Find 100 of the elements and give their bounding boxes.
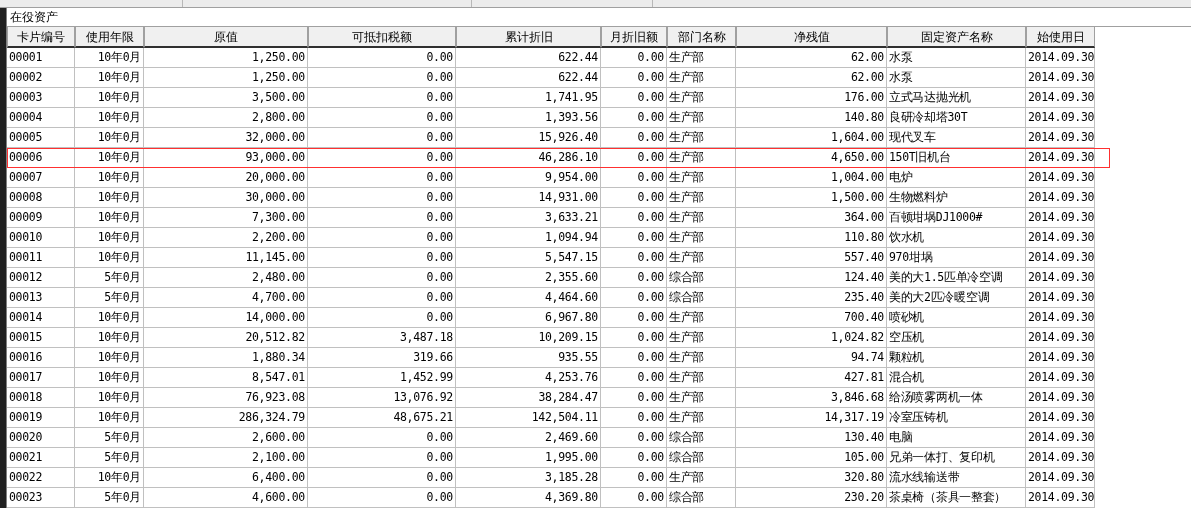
table-row[interactable]: 00009 10年0月 7,300.00 0.00 3,633.21 0.00 生产部 364.00 百顿坩埚DJ1000# 2014.09.30: [7, 208, 1110, 228]
table-cell: 00013: [7, 288, 75, 308]
column-header[interactable]: 可抵扣税额: [308, 27, 456, 48]
table-row[interactable]: 00011 10年0月 11,145.00 0.00 5,547.15 0.00 生产部 557.40 970坩埚 2014.09.30: [7, 248, 1110, 268]
table-cell: 立式马达抛光机: [887, 88, 1026, 108]
table-cell: 2014.09.30: [1026, 348, 1095, 368]
column-header[interactable]: 始使用日: [1026, 27, 1095, 48]
table-cell: 130.40: [736, 428, 887, 448]
table-cell: 970坩埚: [887, 248, 1026, 268]
table-cell: 00011: [7, 248, 75, 268]
table-cell: 0.00: [601, 128, 667, 148]
column-header[interactable]: 月折旧额: [601, 27, 667, 48]
table-cell: 124.40: [736, 268, 887, 288]
table-cell: 00023: [7, 488, 75, 508]
table-cell: 0.00: [308, 48, 456, 68]
table-cell: 5年0月: [75, 448, 144, 468]
table-cell: 10年0月: [75, 408, 144, 428]
table-row[interactable]: 00017 10年0月 8,547.01 1,452.99 4,253.76 0.00 生产部 427.81 混合机 2014.09.30: [7, 368, 1110, 388]
table-cell: 0.00: [601, 228, 667, 248]
table-cell: 00021: [7, 448, 75, 468]
table-row[interactable]: 00004 10年0月 2,800.00 0.00 1,393.56 0.00 生产部 140.80 良研冷却塔30T 2014.09.30: [7, 108, 1110, 128]
column-header[interactable]: 原值: [144, 27, 308, 48]
table-cell: 0.00: [308, 168, 456, 188]
table-cell: 0.00: [601, 448, 667, 468]
table-cell: 140.80: [736, 108, 887, 128]
table-cell: 0.00: [601, 148, 667, 168]
table-cell: 3,846.68: [736, 388, 887, 408]
table-row[interactable]: 00005 10年0月 32,000.00 0.00 15,926.40 0.00 生产部 1,604.00 现代叉车 2014.09.30: [7, 128, 1110, 148]
table-cell: 7,300.00: [144, 208, 308, 228]
table-cell: 4,650.00: [736, 148, 887, 168]
table-cell: 2014.09.30: [1026, 128, 1095, 148]
column-header[interactable]: 使用年限: [75, 27, 144, 48]
table-cell: 1,004.00: [736, 168, 887, 188]
table-cell: 2014.09.30: [1026, 168, 1095, 188]
table-row[interactable]: 00014 10年0月 14,000.00 0.00 6,967.80 0.00 生产部 700.40 喷砂机 2014.09.30: [7, 308, 1110, 328]
table-cell: 美的大1.5匹单冷空调: [887, 268, 1026, 288]
table-row[interactable]: 00010 10年0月 2,200.00 0.00 1,094.94 0.00 生产部 110.80 饮水机 2014.09.30: [7, 228, 1110, 248]
column-header[interactable]: 固定资产名称: [887, 27, 1026, 48]
table-cell: 10年0月: [75, 468, 144, 488]
table-cell: 622.44: [456, 68, 601, 88]
table-cell: 320.80: [736, 468, 887, 488]
table-cell: 00004: [7, 108, 75, 128]
table-cell: 1,024.82: [736, 328, 887, 348]
table-cell: 2014.09.30: [1026, 328, 1095, 348]
table-row[interactable]: 00006 10年0月 93,000.00 0.00 46,286.10 0.00 生产部 4,650.00 150T旧机台 2014.09.30: [7, 148, 1110, 168]
table-cell: 良研冷却塔30T: [887, 108, 1026, 128]
table-row[interactable]: 00015 10年0月 20,512.82 3,487.18 10,209.15 0.00 生产部 1,024.82 空压机 2014.09.30: [7, 328, 1110, 348]
table-cell: 0.00: [308, 468, 456, 488]
table-row[interactable]: 00018 10年0月 76,923.08 13,076.92 38,284.47 0.00 生产部 3,846.68 给汤喷雾两机一体 2014.09.30: [7, 388, 1110, 408]
table-row[interactable]: 00001 10年0月 1,250.00 0.00 622.44 0.00 生产部 62.00 水泵 2014.09.30: [7, 48, 1110, 68]
table-cell: 2014.09.30: [1026, 448, 1095, 468]
table-cell: 6,400.00: [144, 468, 308, 488]
table-cell: 0.00: [308, 448, 456, 468]
table-cell: 150T旧机台: [887, 148, 1026, 168]
table-cell: 0.00: [601, 488, 667, 508]
table-row[interactable]: 00007 10年0月 20,000.00 0.00 9,954.00 0.00 生产部 1,004.00 电炉 2014.09.30: [7, 168, 1110, 188]
table-cell: 319.66: [308, 348, 456, 368]
table-cell: 00022: [7, 468, 75, 488]
table-row[interactable]: 00019 10年0月 286,324.79 48,675.21 142,504.11 0.00 生产部 14,317.19 冷室压铸机 2014.09.30: [7, 408, 1110, 428]
table-row[interactable]: 00002 10年0月 1,250.00 0.00 622.44 0.00 生产部 62.00 水泵 2014.09.30: [7, 68, 1110, 88]
table-row[interactable]: 00012 5年0月 2,480.00 0.00 2,355.60 0.00 综合部 124.40 美的大1.5匹单冷空调 2014.09.30: [7, 268, 1110, 288]
table-row[interactable]: 00023 5年0月 4,600.00 0.00 4,369.80 0.00 综合部 230.20 茶桌椅（茶具一整套） 2014.09.30: [7, 488, 1110, 508]
table-cell: 综合部: [667, 488, 736, 508]
table-cell: 10年0月: [75, 128, 144, 148]
splitter-bar[interactable]: [0, 8, 7, 508]
table-row[interactable]: 00016 10年0月 1,880.34 319.66 935.55 0.00 生产部 94.74 颗粒机 2014.09.30: [7, 348, 1110, 368]
table-cell: 10年0月: [75, 48, 144, 68]
table-cell: 2014.09.30: [1026, 148, 1095, 168]
table-cell: 9,954.00: [456, 168, 601, 188]
table-cell: 00001: [7, 48, 75, 68]
table-cell: 10年0月: [75, 248, 144, 268]
table-row[interactable]: 00022 10年0月 6,400.00 0.00 3,185.28 0.00 生产部 320.80 流水线输送带 2014.09.30: [7, 468, 1110, 488]
table-cell: 15,926.40: [456, 128, 601, 148]
table-cell: 14,317.19: [736, 408, 887, 428]
table-cell: 综合部: [667, 288, 736, 308]
table-row[interactable]: 00013 5年0月 4,700.00 0.00 4,464.60 0.00 综合部 235.40 美的大2匹冷暖空调 2014.09.30: [7, 288, 1110, 308]
table-cell: 286,324.79: [144, 408, 308, 428]
table-cell: 10年0月: [75, 368, 144, 388]
table-cell: 0.00: [601, 88, 667, 108]
table-cell: 生产部: [667, 408, 736, 428]
table-cell: 10年0月: [75, 228, 144, 248]
column-header[interactable]: 净残值: [736, 27, 887, 48]
table-cell: 饮水机: [887, 228, 1026, 248]
table-cell: 0.00: [601, 468, 667, 488]
table-cell: 10年0月: [75, 108, 144, 128]
table-row[interactable]: 00008 10年0月 30,000.00 0.00 14,931.00 0.00 生产部 1,500.00 生物燃料炉 2014.09.30: [7, 188, 1110, 208]
table-cell: 水泵: [887, 68, 1026, 88]
table-cell: 235.40: [736, 288, 887, 308]
column-header[interactable]: 累计折旧: [456, 27, 601, 48]
table-row[interactable]: 00020 5年0月 2,600.00 0.00 2,469.60 0.00 综合部 130.40 电脑 2014.09.30: [7, 428, 1110, 448]
table-cell: 1,604.00: [736, 128, 887, 148]
table-row[interactable]: 00003 10年0月 3,500.00 0.00 1,741.95 0.00 生产部 176.00 立式马达抛光机 2014.09.30: [7, 88, 1110, 108]
column-header[interactable]: 卡片编号: [7, 27, 75, 48]
table-row[interactable]: 00021 5年0月 2,100.00 0.00 1,995.00 0.00 综合部 105.00 兄弟一体打、复印机 2014.09.30: [7, 448, 1110, 468]
table-cell: 5,547.15: [456, 248, 601, 268]
table-cell: 2014.09.30: [1026, 388, 1095, 408]
column-header[interactable]: 部门名称: [667, 27, 736, 48]
table-cell: 0.00: [601, 168, 667, 188]
table-cell: 生产部: [667, 228, 736, 248]
table-cell: 10年0月: [75, 148, 144, 168]
